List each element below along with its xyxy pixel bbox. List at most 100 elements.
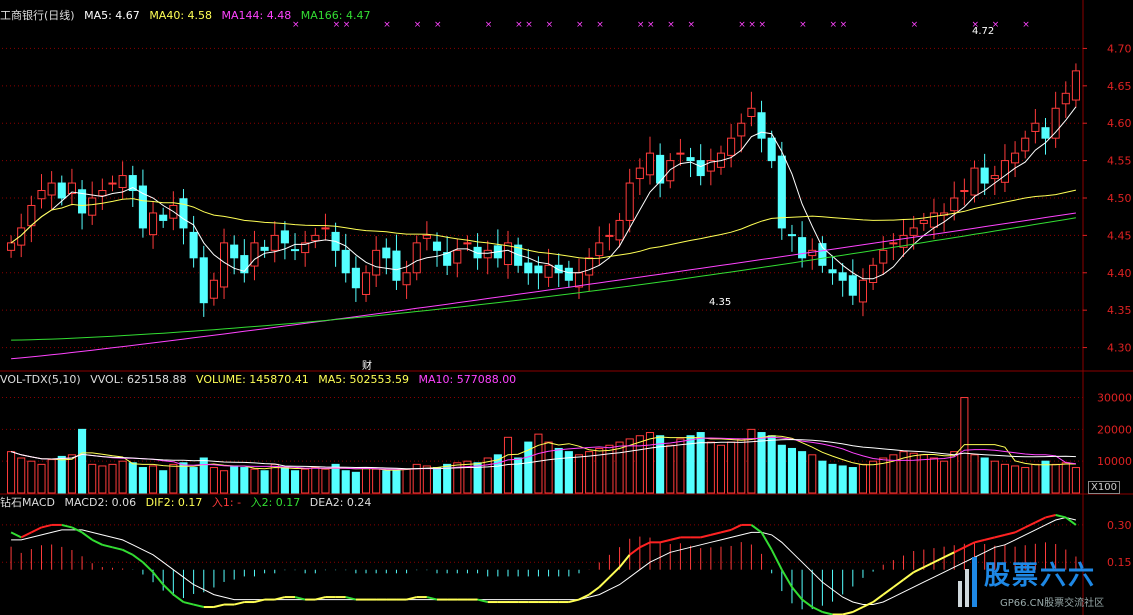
signal-marker: × — [748, 20, 756, 30]
dif-segment — [770, 549, 783, 571]
candle-body — [737, 122, 746, 137]
dif-segment — [791, 586, 803, 601]
price-tick-label: 4.60 — [1107, 117, 1132, 130]
volume-bar — [169, 463, 178, 494]
candle-body — [7, 242, 16, 251]
stock-chart[interactable]: 4.304.354.404.454.504.554.604.654.70× × × ×… — [0, 0, 1133, 615]
volume-bar — [950, 451, 959, 494]
volume-bar — [909, 452, 918, 494]
ma40-line — [10, 189, 1077, 260]
volume-bar — [341, 470, 350, 494]
signal-marker: × — [759, 20, 767, 30]
dif-segment — [608, 566, 621, 578]
watermark-title: 股票六六 — [984, 561, 1097, 591]
dif-segment — [132, 553, 144, 564]
candle-body — [402, 272, 411, 286]
volume-bar — [402, 468, 411, 494]
volume-bar — [7, 451, 16, 494]
vol-ma10-readout: MA10: 577088.00 — [418, 373, 517, 386]
candle-body — [108, 182, 117, 185]
volume-bar — [1071, 467, 1080, 494]
candle-body — [1041, 127, 1050, 139]
price-panel-header: 工商银行(日线) MA5: 4.67 MA40: 4.58 MA144: 4.4… — [0, 9, 376, 23]
dif-segment — [639, 541, 651, 549]
signal-marker: × — [434, 20, 442, 30]
volume-bar — [351, 471, 360, 494]
volume-readout: VOLUME: 145870.41 — [196, 373, 309, 386]
ma166-line — [11, 217, 1076, 341]
volume-bar — [311, 467, 320, 494]
signal-marker: × — [546, 20, 554, 30]
signal-marker: × — [667, 20, 675, 30]
volume-bar — [1061, 462, 1070, 494]
volume-bar — [869, 460, 878, 494]
volume-bar — [818, 460, 827, 494]
ma40-readout: MA40: 4.58 — [149, 9, 213, 22]
candle-body — [47, 182, 56, 196]
candle-body — [311, 234, 320, 242]
dif-segment — [183, 601, 194, 606]
volume-bar — [17, 457, 26, 494]
volume-bar — [838, 465, 847, 494]
candle-body — [189, 231, 198, 259]
dif-segment — [872, 593, 884, 603]
volume-bar — [787, 447, 797, 494]
dif-segment — [953, 546, 965, 554]
dif-segment — [902, 571, 915, 581]
volume-bar — [37, 463, 46, 494]
candle-body — [848, 275, 857, 296]
volume-bar — [78, 428, 87, 494]
macd2-readout: MACD2: 0.06 — [64, 496, 137, 509]
volume-bar — [625, 438, 634, 494]
volume-bar — [159, 470, 168, 494]
dif-segment — [994, 533, 1006, 539]
candle-body — [970, 167, 979, 196]
dif-segment — [112, 546, 123, 551]
candle-body — [534, 265, 543, 274]
candle-body — [838, 272, 847, 281]
volume-bar — [240, 467, 249, 494]
macd-indicator-name: 钻石MACD — [0, 496, 55, 509]
candle-body — [1000, 160, 1009, 183]
volume-bar — [676, 438, 685, 494]
dif-segment — [233, 601, 245, 606]
candle-body — [361, 272, 371, 295]
volume-bar — [260, 470, 269, 494]
signal-marker: × — [688, 20, 696, 30]
volume-bar — [189, 467, 198, 494]
dif-segment — [882, 586, 894, 596]
volume-bar — [280, 467, 289, 494]
ru2-readout: 入2: 0.17 — [250, 496, 301, 509]
dea2-readout: DEA2: 0.24 — [309, 496, 372, 509]
volume-bar — [605, 444, 614, 494]
volume-bar — [534, 433, 543, 494]
dif-segment — [700, 533, 712, 539]
watermark: 股票六六 GP66.CN股票交流社区 — [952, 553, 1132, 613]
candle-body — [585, 257, 594, 276]
volume-bar — [980, 457, 989, 494]
finance-event-marker[interactable]: 财 — [362, 357, 372, 372]
volume-bar — [57, 455, 66, 494]
candle-body — [483, 249, 492, 259]
volume-bar — [585, 451, 594, 494]
candle-body — [280, 230, 289, 244]
candle-body — [1011, 152, 1020, 164]
candle-body — [37, 190, 46, 200]
dif-segment — [213, 603, 225, 608]
volume-bar — [392, 470, 401, 494]
candle-body — [919, 219, 928, 224]
signal-marker: × — [485, 20, 493, 30]
candle-body — [179, 198, 188, 229]
signal-marker: × — [738, 20, 746, 30]
candle-body — [1021, 137, 1030, 152]
volume-bar — [88, 463, 97, 494]
candle-body — [929, 212, 938, 228]
ru1-readout: 入1: - — [211, 496, 242, 509]
dif-segment — [172, 593, 185, 603]
candle-body — [635, 167, 644, 180]
candle-body — [351, 267, 360, 289]
candle-body — [777, 155, 786, 229]
signal-marker: × — [647, 20, 655, 30]
volume-bar — [808, 454, 817, 494]
candle-body — [118, 175, 127, 189]
